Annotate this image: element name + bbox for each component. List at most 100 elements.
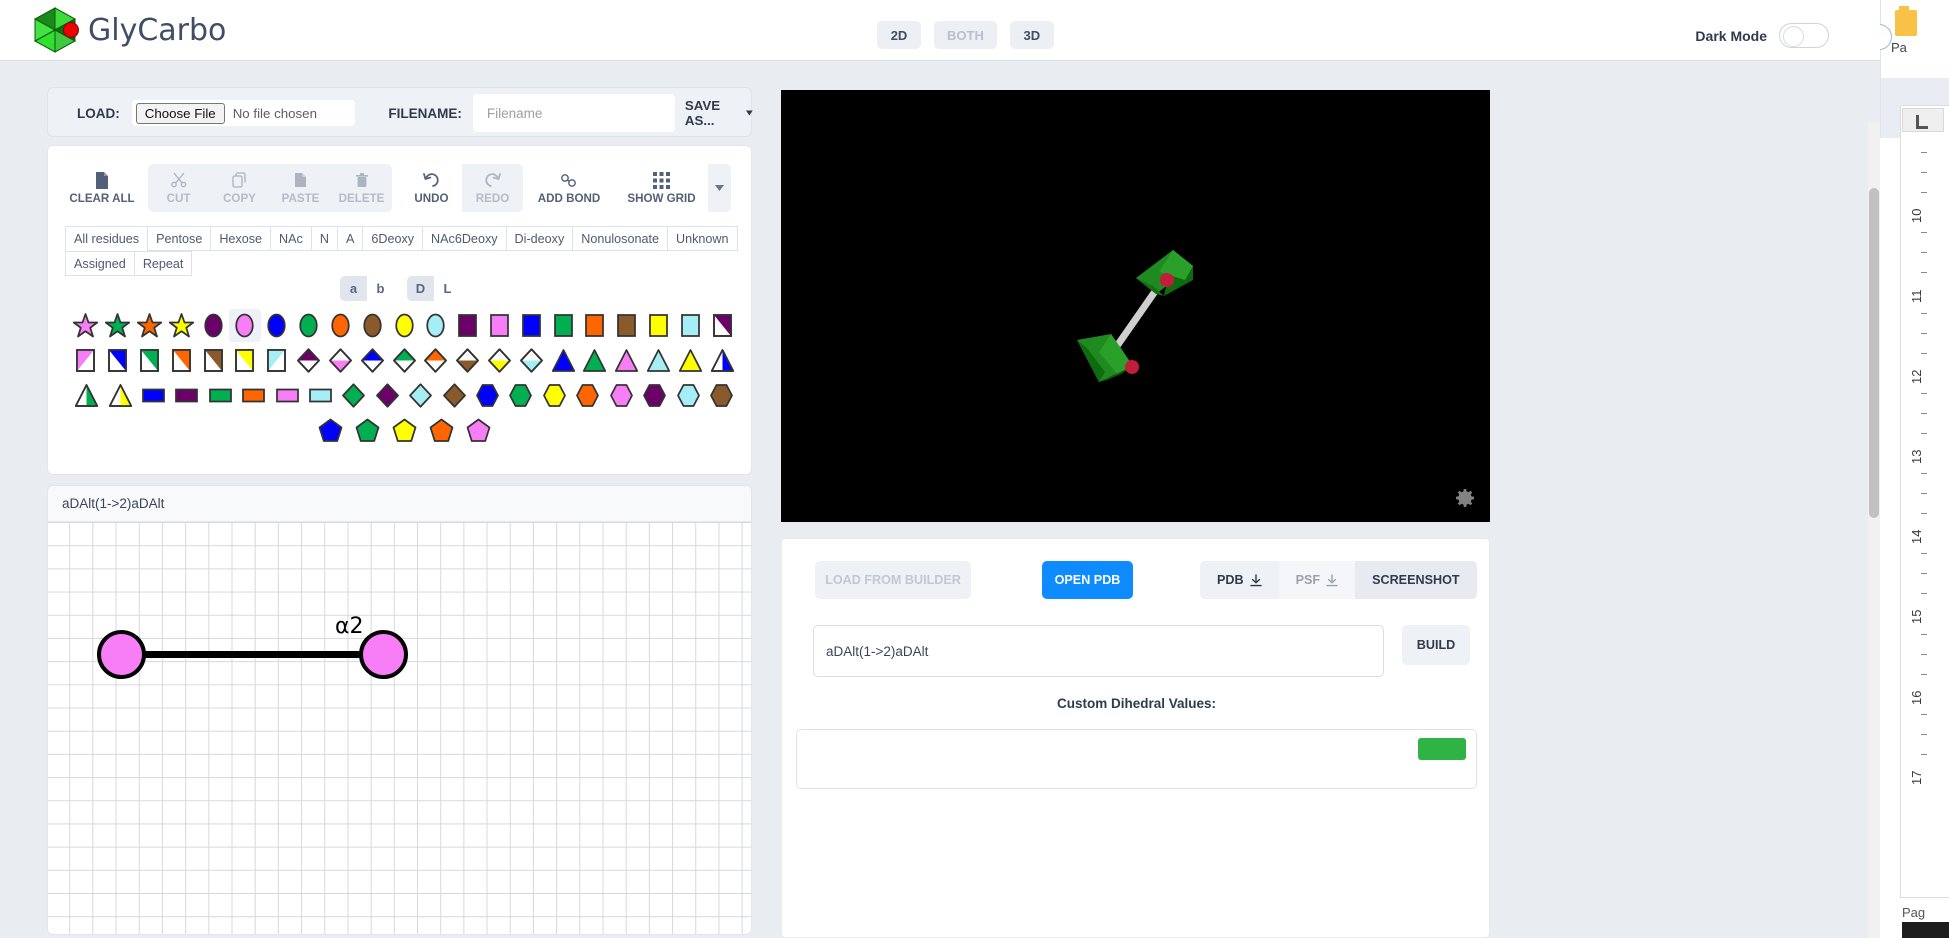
shape-swatch-hexagon[interactable] bbox=[637, 379, 672, 412]
anomer-option-a[interactable]: a bbox=[340, 276, 367, 301]
shape-swatch-rect[interactable] bbox=[136, 379, 171, 412]
shape-swatch-square-diag-bl[interactable] bbox=[260, 344, 293, 377]
undo-button[interactable]: UNDO bbox=[401, 164, 462, 212]
shape-swatch-hexagon[interactable] bbox=[671, 379, 705, 412]
shape-swatch-triangle-right[interactable] bbox=[70, 379, 104, 412]
shape-swatch-diamond-top[interactable] bbox=[419, 344, 452, 377]
shape-swatch-hexagon[interactable] bbox=[537, 379, 572, 412]
shape-swatch-hexagon[interactable] bbox=[504, 379, 538, 412]
shape-swatch-square-diag-tr[interactable] bbox=[133, 344, 166, 377]
shape-swatch-circle[interactable] bbox=[197, 309, 230, 342]
shape-swatch-diamond-top[interactable] bbox=[388, 344, 420, 377]
residue-tab-all-residues[interactable]: All residues bbox=[65, 226, 149, 251]
shape-swatch-triangle[interactable] bbox=[547, 344, 579, 377]
mode-tab-2d[interactable]: 2D bbox=[877, 21, 921, 49]
shape-swatch-hexagon[interactable] bbox=[571, 379, 605, 412]
shape-swatch-square-diag-tr[interactable] bbox=[101, 344, 134, 377]
shape-swatch-star[interactable] bbox=[165, 309, 198, 342]
shape-swatch-diamond[interactable] bbox=[437, 379, 471, 412]
dark-mode-toggle[interactable] bbox=[1779, 23, 1829, 48]
residue-tab-6deoxy[interactable]: 6Deoxy bbox=[362, 226, 424, 251]
shape-swatch-diamond-top[interactable] bbox=[292, 344, 325, 377]
shape-swatch-triangle-right[interactable] bbox=[103, 379, 137, 412]
shape-swatch-square-diag-bl[interactable] bbox=[70, 344, 102, 377]
shape-swatch-diamond-bot[interactable] bbox=[515, 344, 548, 377]
tab-stop-button[interactable] bbox=[1902, 108, 1944, 132]
shape-swatch-star[interactable] bbox=[101, 309, 134, 342]
brand[interactable]: GlyCarbo bbox=[30, 5, 226, 55]
shape-swatch-square[interactable] bbox=[483, 309, 516, 342]
shape-swatch-triangle[interactable] bbox=[642, 344, 675, 377]
shape-swatch-circle[interactable] bbox=[356, 309, 389, 342]
build-button[interactable]: BUILD bbox=[1402, 625, 1470, 665]
shape-swatch-triangle-right[interactable] bbox=[706, 344, 739, 377]
shape-swatch-square[interactable] bbox=[610, 309, 643, 342]
residue-node-1[interactable] bbox=[97, 630, 146, 679]
mode-tab-3d[interactable]: 3D bbox=[1009, 21, 1054, 49]
isomer-option-l[interactable]: L bbox=[434, 276, 461, 301]
page-scrollbar-track[interactable] bbox=[1868, 122, 1880, 938]
shape-swatch-circle[interactable] bbox=[324, 309, 357, 342]
shape-swatch-pentagon[interactable] bbox=[348, 414, 386, 447]
isomer-option-d[interactable]: D bbox=[407, 276, 434, 301]
shape-swatch-diamond-top[interactable] bbox=[356, 344, 389, 377]
shape-swatch-rect[interactable] bbox=[237, 379, 271, 412]
sequence-input[interactable]: aDAlt(1->2)aDAlt bbox=[813, 625, 1384, 677]
shape-swatch-square[interactable] bbox=[674, 309, 707, 342]
shape-swatch-star[interactable] bbox=[133, 309, 166, 342]
cut-button[interactable]: CUT bbox=[148, 164, 209, 212]
residue-tab-hexose[interactable]: Hexose bbox=[210, 226, 272, 251]
shape-swatch-hexagon[interactable] bbox=[470, 379, 505, 412]
shape-swatch-diamond-bot[interactable] bbox=[324, 344, 357, 377]
choose-file-button[interactable]: Choose File bbox=[135, 102, 225, 124]
load-from-builder-button[interactable]: LOAD FROM BUILDER bbox=[815, 561, 971, 599]
viewer-3d[interactable] bbox=[781, 90, 1490, 522]
download-pdb-button[interactable]: PDB bbox=[1200, 561, 1279, 599]
residue-tab-nonulosonate[interactable]: Nonulosonate bbox=[572, 226, 668, 251]
shape-swatch-square-diag-tr[interactable] bbox=[197, 344, 230, 377]
save-as-button[interactable]: SAVE AS... bbox=[685, 98, 753, 128]
shape-swatch-square[interactable] bbox=[515, 309, 548, 342]
shape-swatch-diamond[interactable] bbox=[337, 379, 371, 412]
residue-tab-unknown[interactable]: Unknown bbox=[666, 226, 738, 251]
shape-swatch-diamond[interactable] bbox=[404, 379, 438, 412]
residue-tab-repeat[interactable]: Repeat bbox=[133, 251, 193, 276]
shape-swatch-circle[interactable] bbox=[419, 309, 452, 342]
shape-swatch-circle[interactable] bbox=[260, 309, 293, 342]
shape-swatch-triangle[interactable] bbox=[610, 344, 643, 377]
shape-swatch-diamond-bot[interactable] bbox=[451, 344, 484, 377]
residue-tab-assigned[interactable]: Assigned bbox=[65, 251, 135, 276]
shape-swatch-circle[interactable] bbox=[388, 309, 420, 342]
residue-tab-a[interactable]: A bbox=[336, 226, 364, 251]
clear-all-button[interactable]: CLEAR ALL bbox=[65, 164, 139, 212]
shape-swatch-rect[interactable] bbox=[170, 379, 204, 412]
shape-swatch-square-diag-tr[interactable] bbox=[165, 344, 198, 377]
filename-input[interactable]: Filename bbox=[472, 94, 675, 132]
shape-swatch-triangle[interactable] bbox=[674, 344, 707, 377]
shape-swatch-square-diag-tr[interactable] bbox=[706, 309, 739, 342]
custom-dihedral-box[interactable] bbox=[796, 729, 1477, 789]
mode-tab-both[interactable]: BOTH bbox=[934, 21, 997, 49]
residue-node-2[interactable] bbox=[359, 630, 408, 679]
download-psf-button[interactable]: PSF bbox=[1278, 561, 1356, 599]
show-grid-button[interactable]: SHOW GRID bbox=[615, 164, 708, 212]
shape-swatch-rect[interactable] bbox=[303, 379, 338, 412]
open-pdb-button[interactable]: OPEN PDB bbox=[1042, 561, 1133, 599]
shape-swatch-square[interactable] bbox=[451, 309, 484, 342]
page-scrollbar-thumb[interactable] bbox=[1869, 188, 1879, 518]
add-bond-button[interactable]: ADD BOND bbox=[532, 164, 606, 212]
file-input[interactable]: Choose File No file chosen bbox=[131, 100, 356, 126]
shape-swatch-rect[interactable] bbox=[270, 379, 304, 412]
shape-swatch-circle[interactable] bbox=[229, 309, 261, 342]
shape-swatch-diamond-bot[interactable] bbox=[483, 344, 516, 377]
grid-options-dropdown[interactable] bbox=[708, 164, 731, 212]
shape-swatch-circle[interactable] bbox=[292, 309, 325, 342]
shape-swatch-pentagon[interactable] bbox=[385, 414, 423, 447]
gear-icon[interactable] bbox=[1453, 486, 1477, 510]
shape-swatch-hexagon[interactable] bbox=[604, 379, 638, 412]
residue-tab-pentose[interactable]: Pentose bbox=[147, 226, 212, 251]
shape-swatch-rect[interactable] bbox=[203, 379, 238, 412]
residue-tab-nac6deoxy[interactable]: NAc6Deoxy bbox=[422, 226, 507, 251]
bond-line[interactable] bbox=[120, 651, 385, 658]
dark-mode-control[interactable]: Dark Mode bbox=[1695, 23, 1829, 48]
